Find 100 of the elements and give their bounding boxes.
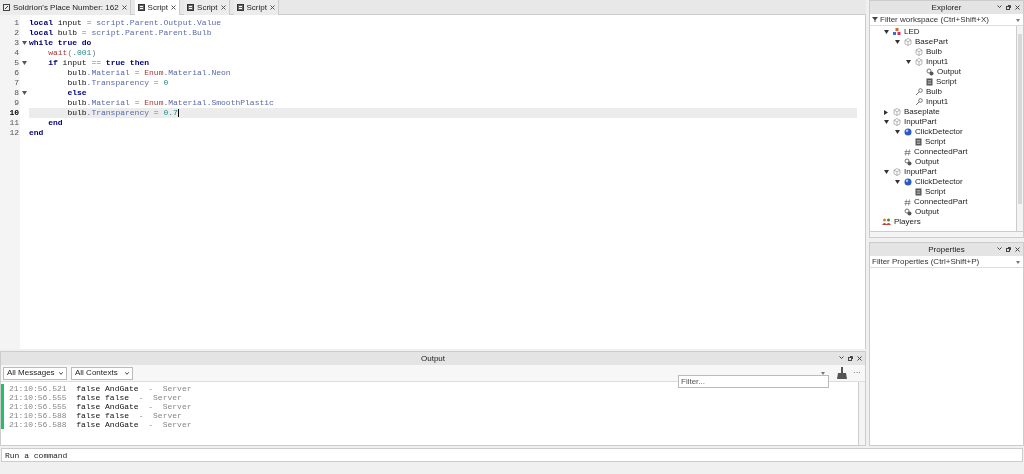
line-number: 5 [13,58,20,68]
tree-item[interactable]: ConnectedPart [914,197,968,207]
expand-arrow-icon[interactable] [884,170,889,174]
expand-arrow-icon[interactable] [906,60,911,64]
tree-item[interactable]: Bulb [926,47,942,57]
context-filter-dropdown[interactable]: All Contexts [71,366,133,380]
editor-tab[interactable]: Script [134,0,181,15]
log-line: 21:10:56.555 false AndGate - Server [9,402,192,411]
scrollbar[interactable] [870,231,1023,237]
cube-icon [915,48,923,56]
tree-item[interactable]: InputPart [904,117,937,127]
command-field[interactable]: Run a command [1,448,1023,462]
expand-arrow-icon[interactable] [895,180,900,184]
more-button[interactable]: ··· [851,367,863,379]
close-icon[interactable] [269,5,275,10]
fold-icon[interactable] [22,61,27,65]
tree-item[interactable]: BasePart [915,37,948,47]
code-line: bulb.Material = Enum.Material.Neon [66,68,231,78]
hash-icon [904,198,911,206]
message-filter-dropdown[interactable]: All Messages [3,366,67,380]
tree-item[interactable]: ClickDetector [915,127,963,137]
editor-tab[interactable]: Script [184,0,230,15]
cube-icon [893,168,901,176]
filter-field[interactable]: Filter workspace (Ctrl+Shift+X) [880,14,1023,25]
undock-icon[interactable] [1006,247,1011,252]
code-line: if input == true then [47,58,150,68]
players-icon [882,218,891,226]
tree-item[interactable]: Output [915,207,939,217]
undock-icon[interactable] [848,356,853,361]
filter-icon [872,17,878,22]
tree-item[interactable]: Output [937,67,961,77]
cube-icon [904,38,912,46]
line-number: 3 [13,38,20,48]
script-icon [915,138,922,146]
filter-field[interactable]: Filter Properties (Ctrl+Shift+P) [870,256,1023,267]
cube-icon [893,118,901,126]
line-number: 12 [8,128,20,138]
tree-item[interactable]: Baseplate [904,107,940,117]
click-icon [904,128,912,136]
model-icon [893,28,901,36]
script-icon [926,78,933,86]
close-icon[interactable] [121,5,127,10]
scrollbar[interactable] [1016,26,1023,231]
value-icon [926,68,934,76]
line-number: 11 [8,118,20,128]
script-icon [915,188,922,196]
tree-item[interactable]: LED [904,27,920,37]
fold-icon[interactable] [22,91,27,95]
tree-item[interactable]: Script [925,137,946,147]
close-icon[interactable] [1015,5,1020,10]
broom-icon[interactable] [837,367,847,379]
undock-icon[interactable] [1006,5,1011,10]
value-icon [904,158,912,166]
code-line: bulb.Material = Enum.Material.SmoothPlastic [66,98,274,108]
caret-icon [1016,261,1020,264]
expand-arrow-icon[interactable] [895,40,900,44]
cube-icon [893,108,901,116]
log-line: 21:10:56.555 false false - Server [9,393,182,402]
line-number: 8 [13,88,20,98]
tree-item[interactable]: Input1 [926,57,949,67]
script-icon [236,4,244,11]
editor-tab[interactable]: Soldrion's Place Number: 162 [0,0,131,15]
chevron-icon[interactable] [997,5,1002,9]
close-icon[interactable] [171,5,177,10]
tree-item[interactable]: Script [936,77,957,87]
tree-item[interactable]: ClickDetector [915,177,963,187]
expand-arrow-icon[interactable] [884,120,889,124]
close-icon[interactable] [857,356,862,361]
close-icon[interactable] [220,5,226,10]
tree-item[interactable]: Output [915,157,939,167]
chevron-icon[interactable] [997,247,1002,251]
panel-title: Output [421,352,445,365]
tree-item[interactable]: Input1 [926,97,949,107]
line-number: 7 [13,78,20,88]
editor-tab[interactable]: Script [233,0,279,15]
fold-icon[interactable] [22,41,27,45]
script-icon [137,4,145,11]
tree-item[interactable]: InputPart [904,167,937,177]
close-icon[interactable] [1015,247,1020,252]
tree-item[interactable]: Script [925,187,946,197]
scrollbar[interactable] [858,382,865,445]
code-line: local bulb = script.Parent.Parent.Bulb [29,28,212,38]
expand-arrow-icon[interactable] [884,30,889,34]
chevron-icon[interactable] [839,356,844,360]
tree-item[interactable]: Bulb [926,87,942,97]
cube-icon [915,58,923,66]
document-icon [3,4,10,11]
line-number: 6 [13,68,20,78]
code-line: end [29,128,44,138]
expand-arrow-icon[interactable] [895,130,900,134]
filter-field[interactable]: Filter... [678,374,829,388]
log-line: 21:10:56.588 false false - Server [9,411,182,420]
collapse-arrow-icon[interactable] [884,109,888,115]
line-number: 4 [13,48,20,58]
line-number: 1 [13,18,20,28]
tree-item[interactable]: ConnectedPart [914,147,968,157]
line-number: 2 [13,28,20,38]
panel-title: Properties [928,243,965,256]
tree-item[interactable]: Players [894,217,921,227]
code-line: while true do [29,38,92,48]
